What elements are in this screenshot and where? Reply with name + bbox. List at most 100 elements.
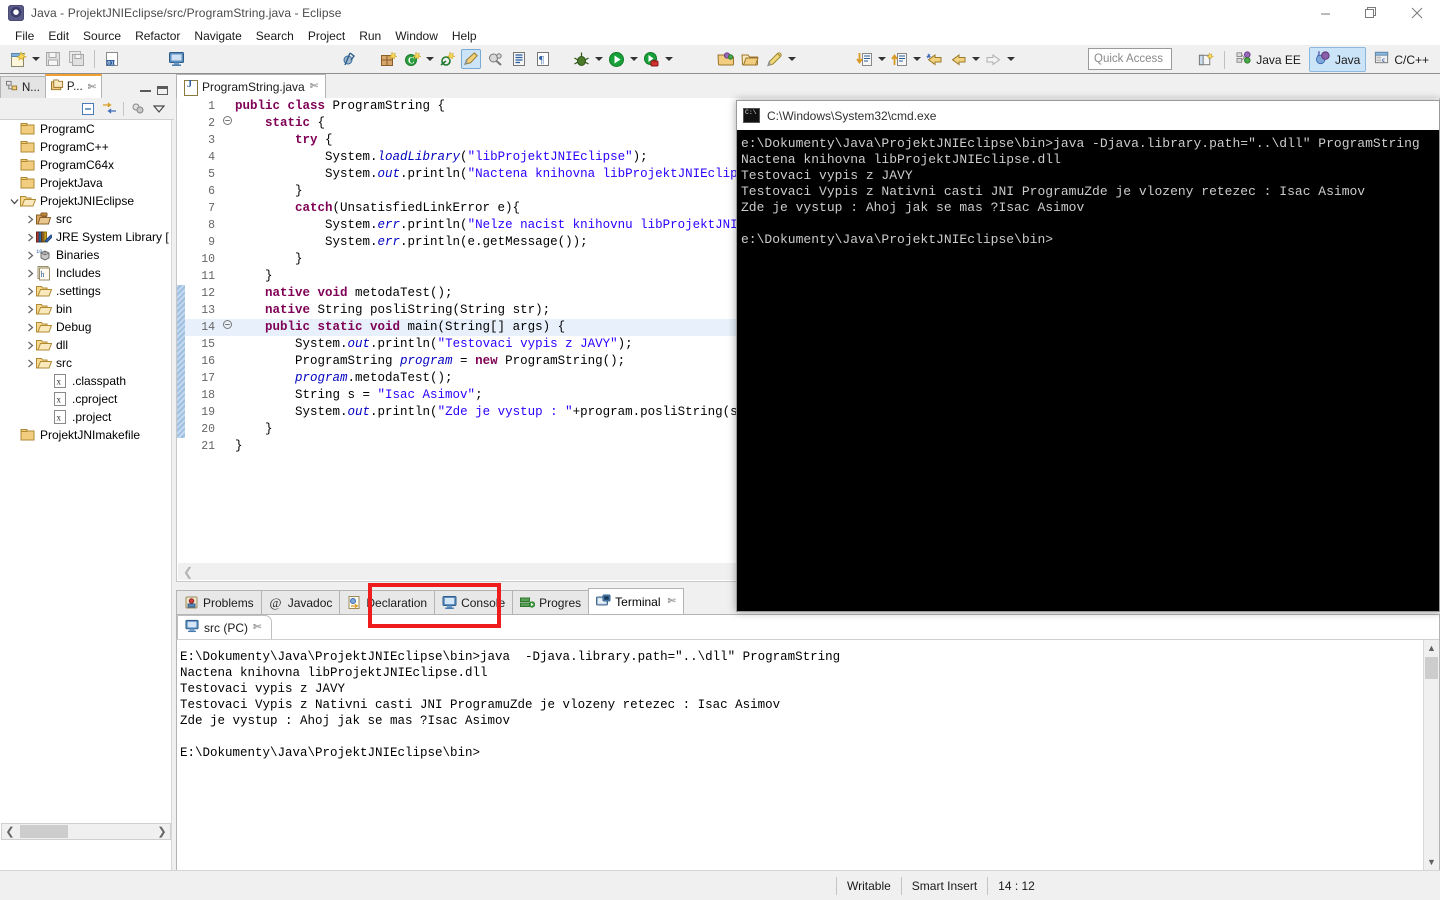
tab-program-string-java[interactable]: ProgramString.java ✄ bbox=[176, 74, 326, 98]
package-explorer-hscrollbar[interactable]: ❮ ❯ bbox=[1, 823, 171, 840]
terminal-output[interactable]: E:\Dokumenty\Java\ProjektJNIEclipse\bin>… bbox=[177, 640, 1423, 870]
run-icon[interactable] bbox=[606, 49, 626, 69]
new-wizard-icon[interactable] bbox=[8, 49, 28, 69]
menu-edit[interactable]: Edit bbox=[41, 27, 76, 45]
twisty-collapsed-icon[interactable] bbox=[24, 282, 36, 300]
perspective-cpp[interactable]: c C/C++ bbox=[1368, 47, 1435, 72]
tree-item-src[interactable]: src bbox=[0, 354, 171, 372]
menu-refactor[interactable]: Refactor bbox=[128, 27, 187, 45]
tab-problems[interactable]: Problems bbox=[176, 590, 262, 614]
tree-item-includes[interactable]: hIncludes bbox=[0, 264, 171, 282]
menu-file[interactable]: File bbox=[8, 27, 41, 45]
maximize-view-button[interactable] bbox=[157, 86, 168, 95]
debug-icon[interactable] bbox=[571, 49, 591, 69]
tree-item-project[interactable]: x.project bbox=[0, 408, 171, 426]
close-button[interactable] bbox=[1394, 0, 1440, 26]
save-icon[interactable] bbox=[43, 49, 63, 69]
back-dropdown-arrow[interactable] bbox=[970, 49, 981, 69]
close-icon[interactable]: ✄ bbox=[88, 82, 96, 93]
cmd-console-output[interactable]: e:\Dokumenty\Java\ProjektJNIEclipse\bin>… bbox=[737, 130, 1439, 611]
search-icon[interactable] bbox=[485, 49, 505, 69]
close-icon[interactable]: ✄ bbox=[253, 622, 261, 633]
perspective-java[interactable]: J Java bbox=[1309, 47, 1366, 72]
scroll-thumb[interactable] bbox=[1425, 657, 1438, 679]
tree-item-dll[interactable]: dll bbox=[0, 336, 171, 354]
open-type-icon[interactable] bbox=[716, 49, 736, 69]
terminal-tab-src-pc[interactable]: src (PC) ✄ bbox=[177, 615, 272, 639]
tree-item-src[interactable]: src bbox=[0, 210, 171, 228]
twisty-expanded-icon[interactable] bbox=[8, 192, 20, 210]
tree-item-programc64x[interactable]: ProgramC64x bbox=[0, 156, 171, 174]
terminal-vscrollbar[interactable]: ▲ ▼ bbox=[1423, 640, 1439, 870]
twisty-collapsed-icon[interactable] bbox=[24, 264, 36, 282]
link-with-editor-icon[interactable] bbox=[100, 100, 118, 118]
tree-item-programc[interactable]: ProgramC bbox=[0, 120, 171, 138]
scroll-up-icon[interactable]: ▲ bbox=[1424, 640, 1440, 656]
new-annotation-icon[interactable] bbox=[437, 49, 457, 69]
scroll-right-icon[interactable]: ❯ bbox=[154, 825, 170, 838]
tab-terminal[interactable]: Terminal✄ bbox=[588, 588, 684, 614]
fold-collapse-icon[interactable] bbox=[219, 115, 235, 132]
twisty-collapsed-icon[interactable] bbox=[24, 246, 36, 264]
twisty-collapsed-icon[interactable] bbox=[24, 336, 36, 354]
forward-icon[interactable] bbox=[983, 49, 1003, 69]
skip-breakpoints-icon[interactable] bbox=[340, 49, 360, 69]
tree-item-programc[interactable]: ProgramC++ bbox=[0, 138, 171, 156]
tab-javadoc[interactable]: @Javadoc bbox=[261, 590, 341, 614]
view-menu-icon[interactable] bbox=[150, 100, 168, 118]
new-java-class-icon[interactable]: C bbox=[402, 49, 422, 69]
tab-declaration[interactable]: Declaration bbox=[339, 590, 435, 614]
open-perspective-icon[interactable] bbox=[1193, 49, 1219, 71]
menu-navigate[interactable]: Navigate bbox=[187, 27, 248, 45]
twisty-collapsed-icon[interactable] bbox=[24, 228, 36, 246]
last-edit-icon[interactable] bbox=[924, 49, 944, 69]
save-all-icon[interactable] bbox=[67, 49, 87, 69]
tab-navigator[interactable]: N... bbox=[0, 76, 46, 98]
perspective-java-ee[interactable]: Java EE bbox=[1230, 47, 1307, 72]
tab-progres[interactable]: Progres bbox=[512, 590, 589, 614]
previous-annotation-icon[interactable] bbox=[889, 49, 909, 69]
tab-package-explorer[interactable]: P... ✄ bbox=[45, 74, 102, 98]
tree-item-classpath[interactable]: x.classpath bbox=[0, 372, 171, 390]
marker-icon[interactable] bbox=[764, 49, 784, 69]
toggle-binary-icon[interactable]: 010 bbox=[102, 49, 122, 69]
new-dropdown-arrow[interactable] bbox=[30, 49, 41, 69]
menu-project[interactable]: Project bbox=[301, 27, 352, 45]
tree-item-cproject[interactable]: x.cproject bbox=[0, 390, 171, 408]
collapse-all-icon[interactable] bbox=[79, 100, 97, 118]
menu-source[interactable]: Source bbox=[76, 27, 128, 45]
twisty-collapsed-icon[interactable] bbox=[24, 318, 36, 336]
tree-item-projektjava[interactable]: ProjektJava bbox=[0, 174, 171, 192]
minimize-button[interactable] bbox=[1302, 0, 1348, 26]
open-console-icon[interactable] bbox=[166, 49, 186, 69]
tab-console[interactable]: Console bbox=[434, 590, 513, 614]
scroll-left-icon[interactable]: ❮ bbox=[178, 565, 198, 579]
next-dropdown-arrow[interactable] bbox=[876, 49, 887, 69]
minimize-view-button[interactable] bbox=[140, 90, 151, 92]
previous-dropdown-arrow[interactable] bbox=[911, 49, 922, 69]
debug-dropdown-arrow[interactable] bbox=[593, 49, 604, 69]
back-icon[interactable] bbox=[948, 49, 968, 69]
twisty-collapsed-icon[interactable] bbox=[24, 300, 36, 318]
open-resource-icon[interactable] bbox=[740, 49, 760, 69]
package-explorer-tree[interactable]: ProgramCProgramC++ProgramC64xProjektJava… bbox=[0, 120, 172, 900]
tree-item-binaries[interactable]: 10Binaries bbox=[0, 246, 171, 264]
tree-item-projektjnimakefile[interactable]: ProjektJNImakefile bbox=[0, 426, 171, 444]
menu-help[interactable]: Help bbox=[445, 27, 484, 45]
run-dropdown-arrow[interactable] bbox=[628, 49, 639, 69]
tree-item-projektjnieclipse[interactable]: ProjektJNIEclipse bbox=[0, 192, 171, 210]
new-class-dropdown-arrow[interactable] bbox=[424, 49, 435, 69]
tree-item-bin[interactable]: bin bbox=[0, 300, 171, 318]
close-icon[interactable]: ✄ bbox=[310, 81, 318, 92]
outline-icon[interactable] bbox=[509, 49, 529, 69]
forward-dropdown-arrow[interactable] bbox=[1005, 49, 1016, 69]
external-tools-icon[interactable] bbox=[641, 49, 661, 69]
scroll-thumb[interactable] bbox=[20, 825, 68, 838]
new-java-package-icon[interactable] bbox=[378, 49, 398, 69]
twisty-collapsed-icon[interactable] bbox=[24, 210, 36, 228]
restore-button[interactable] bbox=[1348, 0, 1394, 26]
next-annotation-icon[interactable] bbox=[854, 49, 874, 69]
menu-run[interactable]: Run bbox=[352, 27, 388, 45]
tree-item-settings[interactable]: .settings bbox=[0, 282, 171, 300]
quick-access-input[interactable]: Quick Access bbox=[1088, 48, 1172, 70]
